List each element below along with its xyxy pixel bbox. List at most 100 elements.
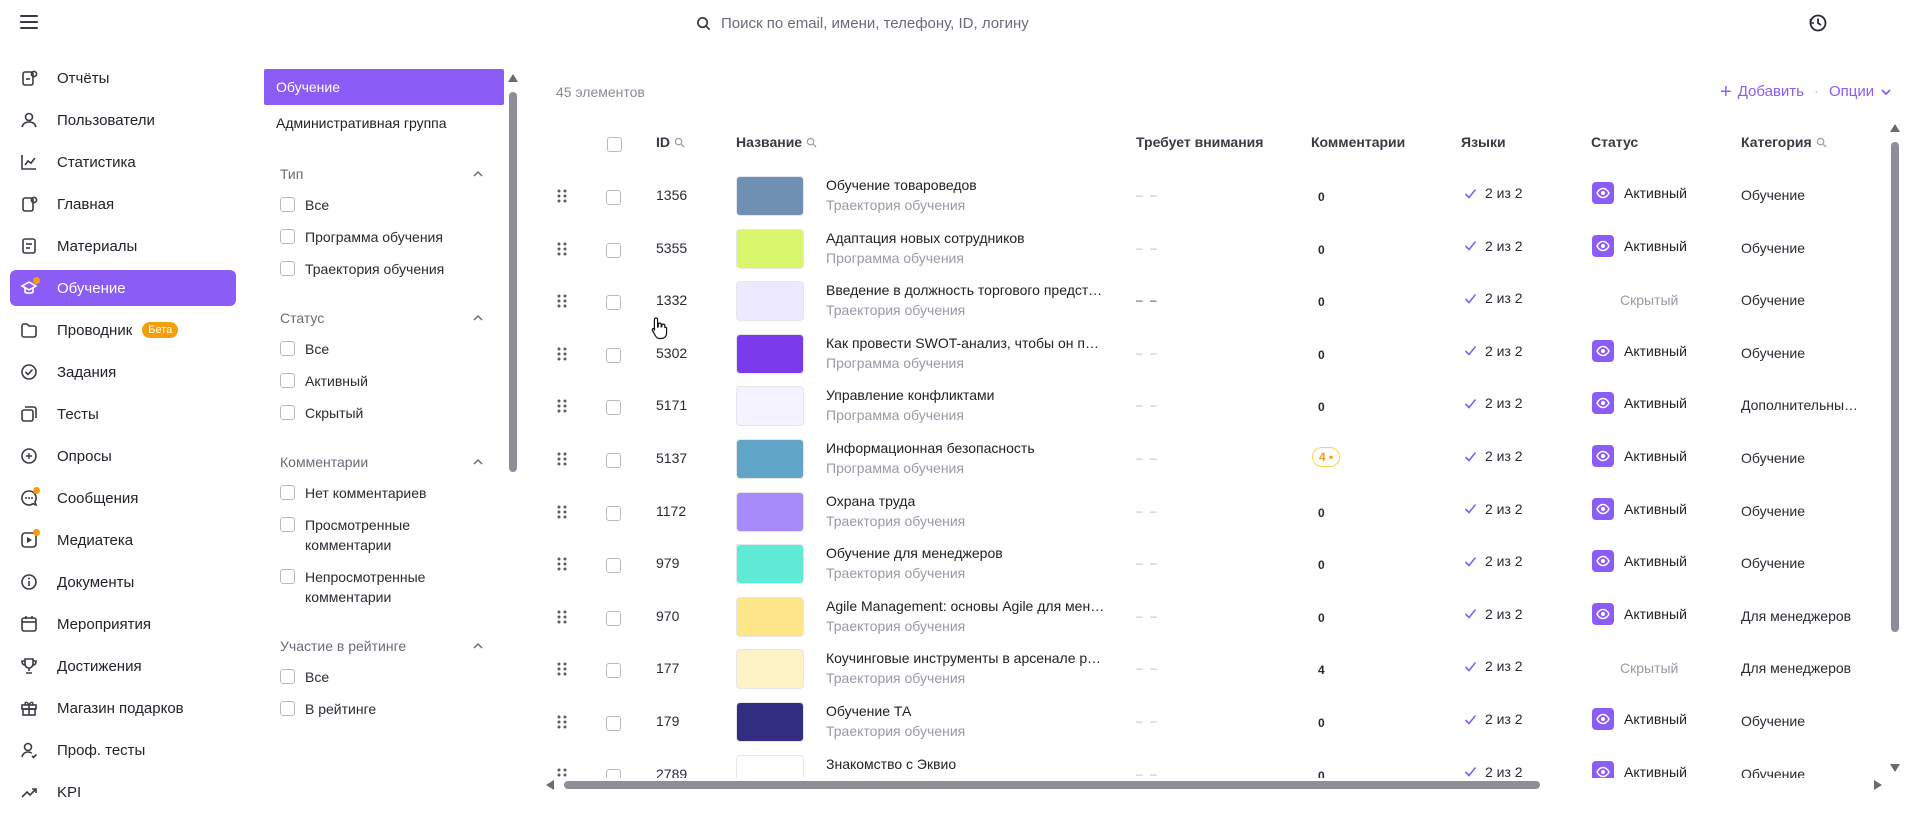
history-icon[interactable] bbox=[1808, 13, 1828, 33]
row-checkbox[interactable] bbox=[606, 558, 621, 574]
table-row[interactable]: 5302 Как провести SWOT-анализ, чтобы он п… bbox=[556, 328, 1856, 380]
course-thumbnail[interactable] bbox=[736, 386, 804, 427]
filter-scrollbar[interactable] bbox=[508, 74, 518, 474]
drag-handle[interactable] bbox=[556, 293, 568, 309]
visible-eye-icon[interactable] bbox=[1592, 234, 1614, 257]
course-thumbnail[interactable] bbox=[736, 702, 804, 742]
filter-option[interactable]: Просмотренные комментарии bbox=[280, 509, 484, 561]
row-checkbox[interactable] bbox=[606, 716, 621, 731]
row-checkbox[interactable] bbox=[606, 347, 621, 363]
row-title[interactable]: Обучение ТА bbox=[826, 703, 1106, 719]
course-thumbnail[interactable] bbox=[736, 544, 804, 585]
scroll-up-arrow[interactable] bbox=[1890, 124, 1900, 132]
drag-handle[interactable] bbox=[556, 241, 568, 257]
group-tab-admin[interactable]: Административная группа bbox=[264, 105, 504, 141]
drag-handle-icon[interactable] bbox=[556, 609, 568, 625]
visible-eye-icon[interactable] bbox=[1592, 339, 1614, 362]
filter-section-header[interactable]: Участие в рейтинге bbox=[280, 631, 484, 661]
checkbox[interactable] bbox=[280, 261, 295, 276]
row-title[interactable]: Коучинговые инструменты в арсенале руков… bbox=[826, 650, 1106, 666]
visible-eye-icon[interactable] bbox=[1592, 760, 1614, 778]
checkbox[interactable] bbox=[280, 197, 295, 212]
sidebar-item[interactable]: Сообщения bbox=[10, 480, 236, 516]
sidebar-item[interactable]: Медиатека bbox=[10, 522, 236, 558]
drag-handle[interactable] bbox=[556, 504, 568, 520]
drag-handle[interactable] bbox=[556, 767, 568, 778]
checkbox[interactable] bbox=[280, 373, 295, 388]
plus-icon[interactable]: + bbox=[1720, 82, 1732, 102]
drag-handle-icon[interactable] bbox=[556, 398, 568, 414]
checkbox[interactable] bbox=[280, 517, 295, 532]
row-title[interactable]: Agile Management: основы Agile для менед… bbox=[826, 598, 1106, 614]
column-attention[interactable]: Требует внимания bbox=[1136, 134, 1263, 150]
table-row[interactable]: 177 Коучинговые инструменты в арсенале ру… bbox=[556, 643, 1856, 695]
row-title[interactable]: Охрана труда bbox=[826, 493, 1106, 509]
column-id[interactable]: ID bbox=[656, 134, 685, 150]
filter-option[interactable]: Программа обучения bbox=[280, 221, 484, 253]
column-category[interactable]: Категория bbox=[1741, 134, 1827, 150]
chevron-up-icon[interactable] bbox=[472, 640, 484, 652]
filter-option[interactable]: Скрытый bbox=[280, 397, 484, 429]
course-thumbnail[interactable] bbox=[736, 333, 804, 374]
scrollbar-thumb[interactable] bbox=[1891, 142, 1899, 632]
row-comments[interactable]: 4 • bbox=[1312, 447, 1341, 467]
row-checkbox[interactable] bbox=[606, 768, 621, 778]
visible-eye-icon[interactable] bbox=[1592, 708, 1614, 730]
drag-handle-icon[interactable] bbox=[556, 346, 568, 362]
checkbox[interactable] bbox=[280, 229, 295, 244]
table-row[interactable]: 1172 Охрана труда Траектория обучения – – 0 2… bbox=[556, 486, 1856, 538]
drag-handle[interactable] bbox=[556, 714, 568, 730]
visible-eye-icon[interactable] bbox=[1592, 550, 1614, 573]
sidebar-item[interactable]: Магазин подарков bbox=[10, 690, 236, 726]
row-title[interactable]: Знакомство с Эквио bbox=[826, 756, 1106, 772]
sidebar-item[interactable]: Задания bbox=[10, 354, 236, 390]
sidebar-item[interactable]: Тесты bbox=[10, 396, 236, 432]
column-languages[interactable]: Языки bbox=[1461, 134, 1506, 150]
scroll-left-arrow[interactable] bbox=[546, 780, 554, 790]
course-thumbnail[interactable] bbox=[736, 281, 804, 322]
chevron-down-icon[interactable] bbox=[1880, 86, 1892, 98]
scroll-right-arrow[interactable] bbox=[1874, 780, 1882, 790]
visible-eye-icon[interactable] bbox=[1592, 497, 1614, 520]
table-row[interactable]: 5355 Адаптация новых сотрудников Программа… bbox=[556, 223, 1856, 275]
column-status[interactable]: Статус bbox=[1591, 134, 1638, 150]
drag-handle-icon[interactable] bbox=[556, 293, 568, 309]
row-checkbox[interactable] bbox=[606, 190, 621, 205]
row-checkbox[interactable] bbox=[606, 242, 621, 258]
sidebar-item[interactable]: Отчёты bbox=[10, 60, 236, 96]
row-checkbox[interactable] bbox=[606, 610, 621, 626]
row-checkbox[interactable] bbox=[606, 453, 621, 468]
visible-eye-icon[interactable] bbox=[1592, 602, 1614, 625]
horizontal-scrollbar[interactable] bbox=[546, 778, 1882, 792]
filter-section-header[interactable]: Статус bbox=[280, 303, 484, 333]
course-thumbnail[interactable] bbox=[736, 649, 804, 690]
group-tab-education[interactable]: Обучение bbox=[264, 69, 504, 105]
select-all-checkbox[interactable] bbox=[607, 135, 622, 152]
drag-handle-icon[interactable] bbox=[556, 714, 568, 730]
drag-handle[interactable] bbox=[556, 188, 568, 204]
row-title[interactable]: Информационная безопасность bbox=[826, 440, 1106, 456]
table-row[interactable]: 979 Обучение для менеджеров Траектория обу… bbox=[556, 538, 1856, 590]
sidebar-item[interactable]: Пользователи bbox=[10, 102, 236, 138]
checkbox[interactable] bbox=[280, 701, 295, 716]
row-title[interactable]: Управление конфликтами bbox=[826, 387, 1106, 403]
chevron-up-icon[interactable] bbox=[472, 456, 484, 468]
course-thumbnail[interactable] bbox=[736, 596, 804, 637]
row-title[interactable]: Обучение товароведов bbox=[826, 177, 1106, 193]
row-checkbox[interactable] bbox=[606, 505, 621, 521]
column-name[interactable]: Название bbox=[736, 134, 817, 150]
row-checkbox[interactable] bbox=[606, 400, 621, 416]
filter-option[interactable]: Все bbox=[280, 661, 484, 693]
sidebar-item[interactable]: Проводник Бета bbox=[10, 312, 236, 348]
drag-handle-icon[interactable] bbox=[556, 504, 568, 520]
drag-handle-icon[interactable] bbox=[556, 767, 568, 778]
search-icon[interactable] bbox=[674, 137, 685, 148]
table-row[interactable]: 2789Знакомство с ЭквиоПрограмма обучения… bbox=[556, 749, 1856, 778]
filter-option[interactable]: Непросмотренные комментарии bbox=[280, 561, 484, 613]
visible-eye-icon[interactable] bbox=[1592, 392, 1614, 415]
column-comments[interactable]: Комментарии bbox=[1311, 134, 1405, 150]
search-icon[interactable] bbox=[806, 137, 817, 148]
checkbox[interactable] bbox=[280, 569, 295, 584]
menu-icon[interactable] bbox=[20, 15, 38, 29]
add-button[interactable]: Добавить bbox=[1738, 83, 1804, 100]
